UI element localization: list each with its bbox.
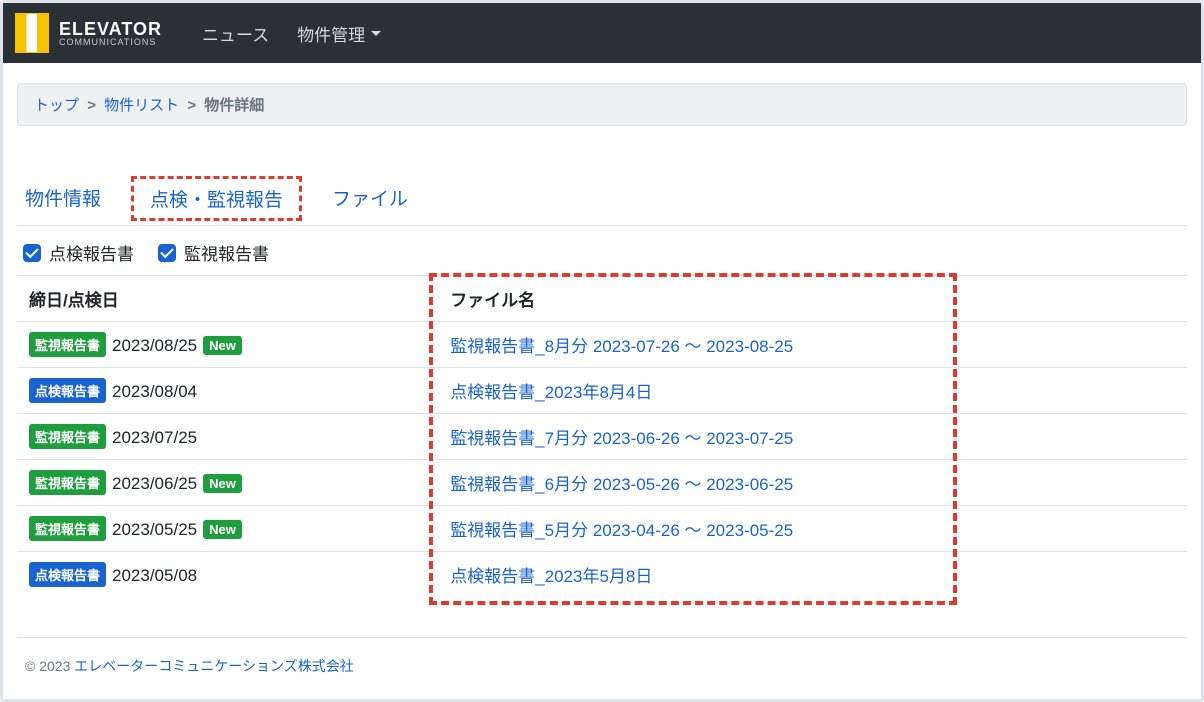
- nav-news[interactable]: ニュース: [202, 21, 269, 46]
- topbar: ELEVATOR COMMUNICATIONS ニュース 物件管理: [3, 3, 1201, 63]
- badge-monitoring-report: 監視報告書: [29, 424, 106, 449]
- cell-date: 監視報告書 2023/05/25 New: [17, 506, 438, 552]
- brand-logo[interactable]: ELEVATOR COMMUNICATIONS: [15, 13, 162, 53]
- cell-date: 監視報告書 2023/08/25 New: [17, 322, 438, 368]
- tabs: 物件情報 点検・監視報告 ファイル: [17, 184, 1187, 226]
- date-value: 2023/07/25: [112, 428, 197, 447]
- brand-line2: COMMUNICATIONS: [59, 38, 162, 47]
- cell-date: 監視報告書 2023/06/25 New: [17, 460, 438, 506]
- date-value: 2023/05/25: [112, 520, 197, 539]
- checkbox-inspection-report[interactable]: 点検報告書: [23, 240, 134, 265]
- breadcrumb-sep: >: [87, 97, 96, 114]
- cell-date: 点検報告書 2023/05/08: [17, 552, 438, 598]
- cell-filename: 点検報告書_2023年5月8日: [438, 552, 1187, 598]
- badge-inspection-report: 点検報告書: [29, 562, 106, 587]
- table-row: 点検報告書 2023/08/04 点検報告書_2023年8月4日: [17, 368, 1187, 414]
- breadcrumb-sep: >: [187, 97, 196, 114]
- chevron-down-icon: [371, 31, 381, 36]
- badge-monitoring-report: 監視報告書: [29, 516, 106, 541]
- brand-text: ELEVATOR COMMUNICATIONS: [59, 20, 162, 47]
- nav-news-label: ニュース: [202, 21, 269, 46]
- date-value: 2023/08/25: [112, 336, 197, 355]
- checkbox-monitoring-report-label: 監視報告書: [184, 240, 269, 265]
- checkbox-monitoring-report[interactable]: 監視報告書: [158, 240, 269, 265]
- footer: © 2023 エレベーターコミュニケーションズ株式会社: [17, 637, 1187, 676]
- col-header-date: 締日/点検日: [17, 276, 438, 322]
- breadcrumb-property-list[interactable]: 物件リスト: [104, 97, 179, 114]
- new-badge: New: [203, 520, 242, 539]
- date-value: 2023/06/25: [112, 474, 197, 493]
- checkbox-inspection-report-label: 点検報告書: [49, 240, 134, 265]
- nav-property-management-label: 物件管理: [297, 21, 365, 46]
- file-link[interactable]: 監視報告書_7月分 2023-06-26 〜 2023-07-25: [450, 429, 793, 448]
- table-row: 監視報告書 2023/06/25 New 監視報告書_6月分 2023-05-26 〜…: [17, 460, 1187, 506]
- date-value: 2023/05/08: [112, 566, 197, 585]
- footer-company-link[interactable]: エレベーターコミュニケーションズ株式会社: [74, 658, 353, 674]
- new-badge: New: [203, 336, 242, 355]
- cell-filename: 監視報告書_7月分 2023-06-26 〜 2023-07-25: [438, 414, 1187, 460]
- cell-filename: 監視報告書_6月分 2023-05-26 〜 2023-06-25: [438, 460, 1187, 506]
- breadcrumb-top[interactable]: トップ: [34, 97, 79, 114]
- nav-property-management[interactable]: 物件管理: [297, 21, 381, 46]
- tab-inspection-monitoring-report[interactable]: 点検・監視報告: [131, 176, 302, 221]
- footer-copyright: © 2023: [25, 658, 70, 674]
- file-link[interactable]: 点検報告書_2023年8月4日: [450, 383, 652, 402]
- table-row: 監視報告書 2023/05/25 New 監視報告書_5月分 2023-04-26 〜…: [17, 506, 1187, 552]
- file-link[interactable]: 監視報告書_5月分 2023-04-26 〜 2023-05-25: [450, 521, 793, 540]
- report-table: 締日/点検日 ファイル名 監視報告書 2023/08/25 New 監視報告書_8月分…: [17, 275, 1187, 597]
- checkbox-icon: [23, 244, 41, 262]
- tab-files[interactable]: ファイル: [332, 184, 408, 213]
- badge-inspection-report: 点検報告書: [29, 378, 106, 403]
- file-link[interactable]: 監視報告書_8月分 2023-07-26 〜 2023-08-25: [450, 337, 793, 356]
- checkbox-icon: [158, 244, 176, 262]
- brand-icon: [15, 13, 49, 53]
- table-row: 点検報告書 2023/05/08 点検報告書_2023年5月8日: [17, 552, 1187, 598]
- table-row: 監視報告書 2023/07/25 監視報告書_7月分 2023-06-26 〜 20…: [17, 414, 1187, 460]
- badge-monitoring-report: 監視報告書: [29, 332, 106, 357]
- brand-line1: ELEVATOR: [59, 20, 162, 38]
- tab-property-info[interactable]: 物件情報: [25, 184, 101, 213]
- nav: ニュース 物件管理: [202, 21, 381, 46]
- cell-date: 監視報告書 2023/07/25: [17, 414, 438, 460]
- cell-date: 点検報告書 2023/08/04: [17, 368, 438, 414]
- breadcrumb-current: 物件詳細: [204, 97, 264, 114]
- new-badge: New: [203, 474, 242, 493]
- filter-bar: 点検報告書 監視報告書: [17, 226, 1187, 275]
- cell-filename: 監視報告書_8月分 2023-07-26 〜 2023-08-25: [438, 322, 1187, 368]
- cell-filename: 点検報告書_2023年8月4日: [438, 368, 1187, 414]
- date-value: 2023/08/04: [112, 382, 197, 401]
- breadcrumb: トップ > 物件リスト > 物件詳細: [17, 83, 1187, 126]
- table-row: 監視報告書 2023/08/25 New 監視報告書_8月分 2023-07-26 〜…: [17, 322, 1187, 368]
- col-header-filename: ファイル名: [438, 276, 1187, 322]
- report-table-area: 締日/点検日 ファイル名 監視報告書 2023/08/25 New 監視報告書_8月分…: [17, 275, 1187, 597]
- file-link[interactable]: 点検報告書_2023年5月8日: [450, 567, 652, 586]
- cell-filename: 監視報告書_5月分 2023-04-26 〜 2023-05-25: [438, 506, 1187, 552]
- badge-monitoring-report: 監視報告書: [29, 470, 106, 495]
- file-link[interactable]: 監視報告書_6月分 2023-05-26 〜 2023-06-25: [450, 475, 793, 494]
